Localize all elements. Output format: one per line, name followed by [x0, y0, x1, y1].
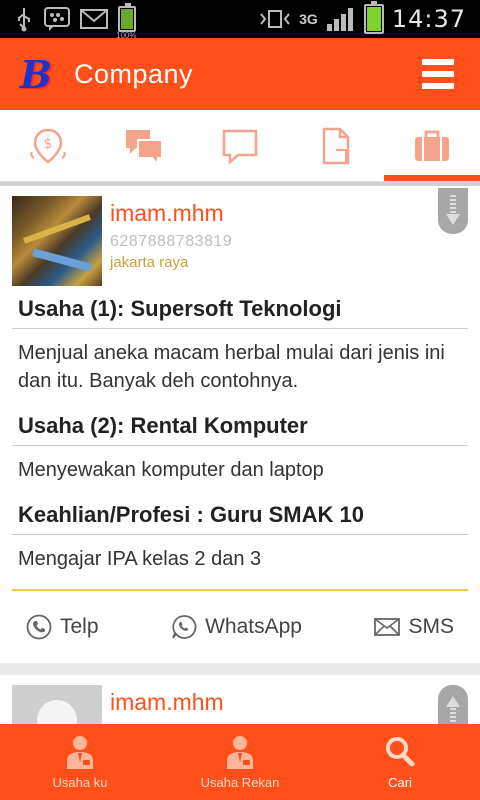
- card-head-text: imam.mhm 6287888783819: [110, 685, 232, 724]
- call-label: Telp: [60, 615, 99, 638]
- business-card: imam.mhm 6287888783819: [0, 675, 480, 724]
- chat-bubbles-icon: [126, 129, 163, 166]
- whatsapp-label: WhatsApp: [205, 615, 302, 638]
- card-head-text: imam.mhm 6287888783819 jakarta raya: [110, 196, 232, 286]
- tab-chats[interactable]: [96, 110, 192, 181]
- app-logo: B: [20, 52, 66, 97]
- envelope-icon: [374, 618, 401, 636]
- usb-icon: [14, 6, 34, 32]
- partner-icon: [227, 735, 253, 769]
- tab-business[interactable]: [384, 110, 480, 181]
- arrow-down-icon: [446, 195, 460, 225]
- nav-label: Usaha Rekan: [200, 774, 280, 790]
- network-type-label: 3G: [299, 11, 318, 27]
- signal-icon: [326, 6, 356, 32]
- logo-letter: B: [20, 52, 53, 97]
- tab-location[interactable]: $: [0, 110, 96, 181]
- user-name[interactable]: imam.mhm: [110, 200, 232, 227]
- tab-message[interactable]: [192, 110, 288, 181]
- phone-icon: [26, 614, 52, 640]
- battery-icon: [363, 1, 384, 34]
- scroll-down-button[interactable]: [438, 188, 468, 234]
- app-header: B Company: [0, 38, 480, 110]
- business-card: imam.mhm 6287888783819 jakarta raya Usah…: [0, 186, 480, 663]
- nav-cari[interactable]: Cari: [320, 724, 480, 800]
- menu-icon: [422, 59, 454, 65]
- whatsapp-icon: [172, 615, 197, 639]
- mail-icon: [80, 8, 108, 30]
- app-title: Company: [74, 58, 194, 89]
- business-list[interactable]: imam.mhm 6287888783819 jakarta raya Usah…: [0, 186, 480, 724]
- vibrate-icon: [259, 9, 291, 29]
- menu-button[interactable]: [422, 59, 454, 89]
- profession-description: Mengajar IPA kelas 2 dan 3: [18, 548, 262, 570]
- business-2-description: Menyewakan komputer dan laptop: [18, 459, 324, 481]
- speech-bubble-icon: [222, 129, 258, 165]
- sms-button[interactable]: SMS: [374, 614, 454, 640]
- card-header: imam.mhm 6287888783819: [12, 685, 468, 724]
- bbm-icon: [44, 7, 70, 31]
- arrow-up-icon: [446, 696, 460, 724]
- location-money-icon: $: [30, 128, 66, 164]
- bottom-nav: Usaha ku Usaha Rekan Cari: [0, 724, 480, 800]
- card-header: imam.mhm 6287888783819 jakarta raya: [12, 188, 468, 286]
- search-icon: [386, 736, 415, 766]
- business-2-title: Usaha (2): Rental Komputer: [12, 403, 468, 446]
- document-icon: [322, 127, 350, 164]
- nav-label: Usaha ku: [52, 774, 108, 790]
- call-button[interactable]: Telp: [26, 614, 99, 640]
- briefcase-icon: [415, 130, 449, 161]
- sms-label: SMS: [408, 615, 454, 638]
- svg-text:$: $: [44, 136, 53, 152]
- user-city: jakarta raya: [110, 254, 189, 271]
- scroll-up-button[interactable]: [438, 685, 468, 724]
- avatar[interactable]: [12, 685, 102, 724]
- business-1-title: Usaha (1): Supersoft Teknologi: [12, 286, 468, 329]
- nav-usaha-rekan[interactable]: Usaha Rekan: [160, 724, 320, 800]
- whatsapp-button[interactable]: WhatsApp: [171, 614, 302, 640]
- user-phone: 6287888783819: [110, 233, 233, 250]
- contact-actions: Telp WhatsApp SMS: [12, 589, 468, 663]
- tab-bar: $: [0, 110, 480, 182]
- profession-title: Keahlian/Profesi : Guru SMAK 10: [12, 492, 468, 535]
- status-left: 100%: [0, 3, 136, 40]
- avatar[interactable]: [12, 196, 102, 286]
- status-right: 3G 14:37: [259, 1, 480, 34]
- clock: 14:37: [391, 5, 466, 33]
- nav-label: Cari: [388, 774, 412, 790]
- tab-document[interactable]: [288, 110, 384, 181]
- person-icon: [67, 735, 93, 769]
- nav-usaha-ku[interactable]: Usaha ku: [0, 724, 160, 800]
- battery-small-icon: 100%: [116, 3, 136, 40]
- avatar-placeholder-icon: [37, 700, 77, 724]
- user-name[interactable]: imam.mhm: [110, 689, 232, 716]
- status-bar: 100% 3G 14:37: [0, 0, 480, 40]
- business-1-description: Menjual aneka macam herbal mulai dari je…: [18, 342, 445, 392]
